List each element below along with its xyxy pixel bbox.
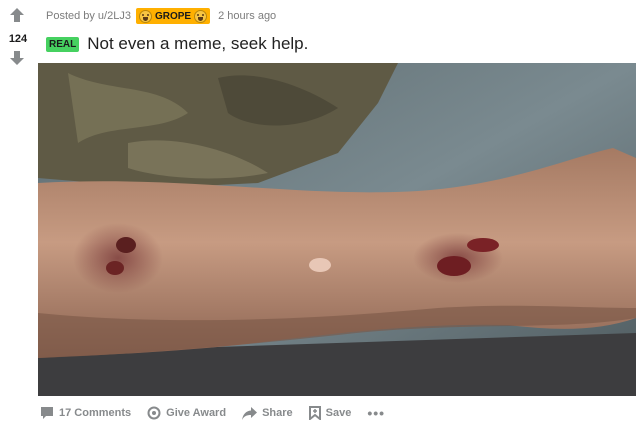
post-time[interactable]: 2 hours ago xyxy=(218,10,276,22)
more-label: ••• xyxy=(367,405,386,421)
flair-emoji-icon xyxy=(138,9,152,23)
vote-score: 124 xyxy=(8,33,28,45)
save-icon xyxy=(308,406,321,420)
comments-label: 17 Comments xyxy=(59,407,132,419)
more-icon[interactable]: ••• xyxy=(367,405,385,421)
upvote-icon[interactable] xyxy=(9,8,25,22)
user-flair-text: GROPE xyxy=(154,10,192,22)
post-actions: 17 Comments Give Award Share Save ••• xyxy=(40,400,385,426)
username-link[interactable]: u/2LJ3 xyxy=(98,10,131,22)
save-label: Save xyxy=(325,407,352,419)
downvote-icon[interactable] xyxy=(9,51,25,65)
give-award-label: Give Award xyxy=(166,407,227,419)
award-icon xyxy=(147,406,161,420)
post-meta: Posted by u/2LJ3 GROPE 2 hours ago xyxy=(46,7,276,25)
post-image[interactable] xyxy=(38,63,636,396)
vote-column: 124 xyxy=(0,0,36,426)
title-row: REAL Not even a meme, seek help. xyxy=(46,32,308,56)
flair-emoji-icon xyxy=(194,9,208,23)
share-label: Share xyxy=(262,407,293,419)
user-flair: GROPE xyxy=(135,8,211,24)
save-button[interactable]: Save xyxy=(308,406,352,420)
post-flair-tag[interactable]: REAL xyxy=(46,36,80,52)
share-button[interactable]: Share xyxy=(242,406,293,420)
share-icon xyxy=(242,406,258,420)
comment-icon xyxy=(41,407,53,419)
comments-button[interactable]: 17 Comments xyxy=(40,406,131,420)
post-image-illustration xyxy=(38,63,636,396)
give-award-button[interactable]: Give Award xyxy=(147,406,226,420)
post-title[interactable]: Not even a meme, seek help. xyxy=(87,34,308,54)
posted-by-label: Posted by xyxy=(46,10,95,22)
